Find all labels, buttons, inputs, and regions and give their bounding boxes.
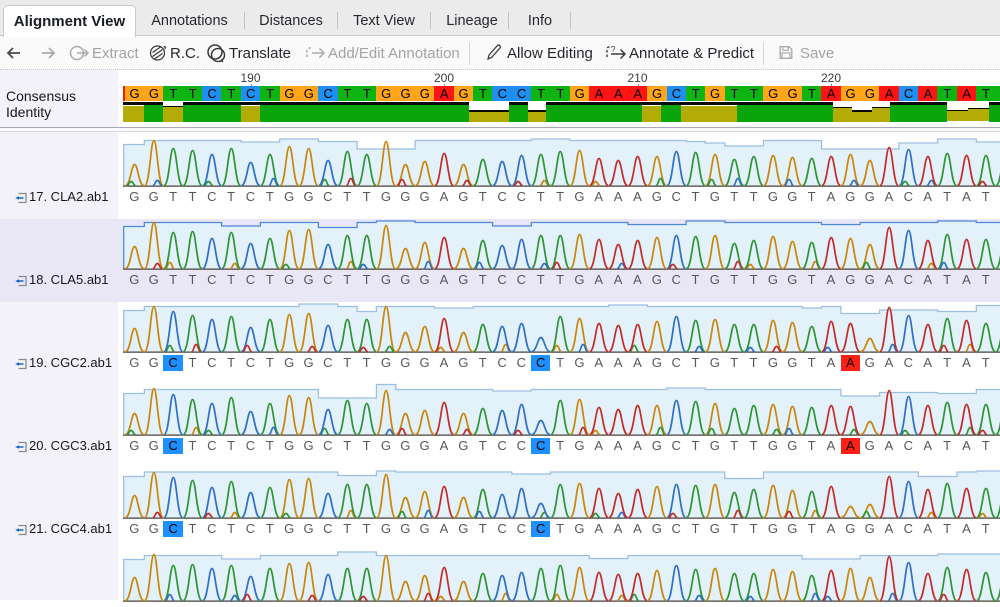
svg-text:?: ? [611,45,616,54]
